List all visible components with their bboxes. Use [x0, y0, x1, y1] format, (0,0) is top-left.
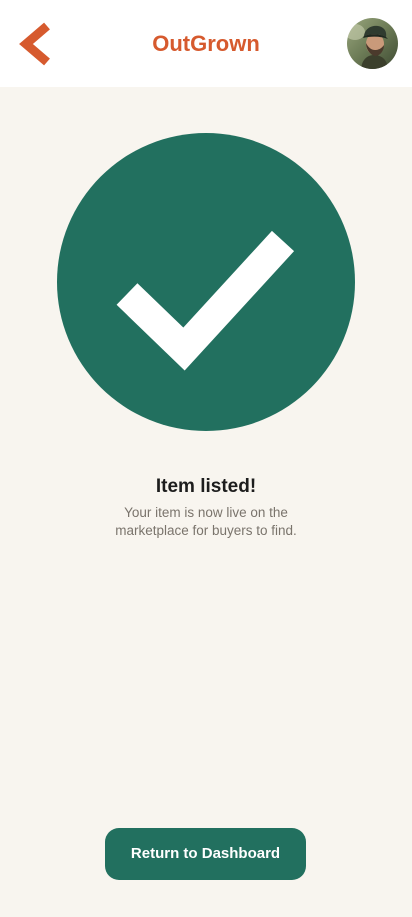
avatar-image — [347, 18, 398, 69]
app-header: OutGrown — [0, 0, 412, 87]
user-avatar[interactable] — [347, 18, 398, 69]
confirmation-message: Your item is now live on the marketplace… — [115, 505, 297, 538]
return-to-dashboard-button[interactable]: Return to Dashboard — [105, 828, 306, 880]
checkmark-icon — [116, 230, 295, 371]
confirmation-title: Item listed! — [155, 476, 257, 497]
success-circle — [57, 133, 355, 431]
